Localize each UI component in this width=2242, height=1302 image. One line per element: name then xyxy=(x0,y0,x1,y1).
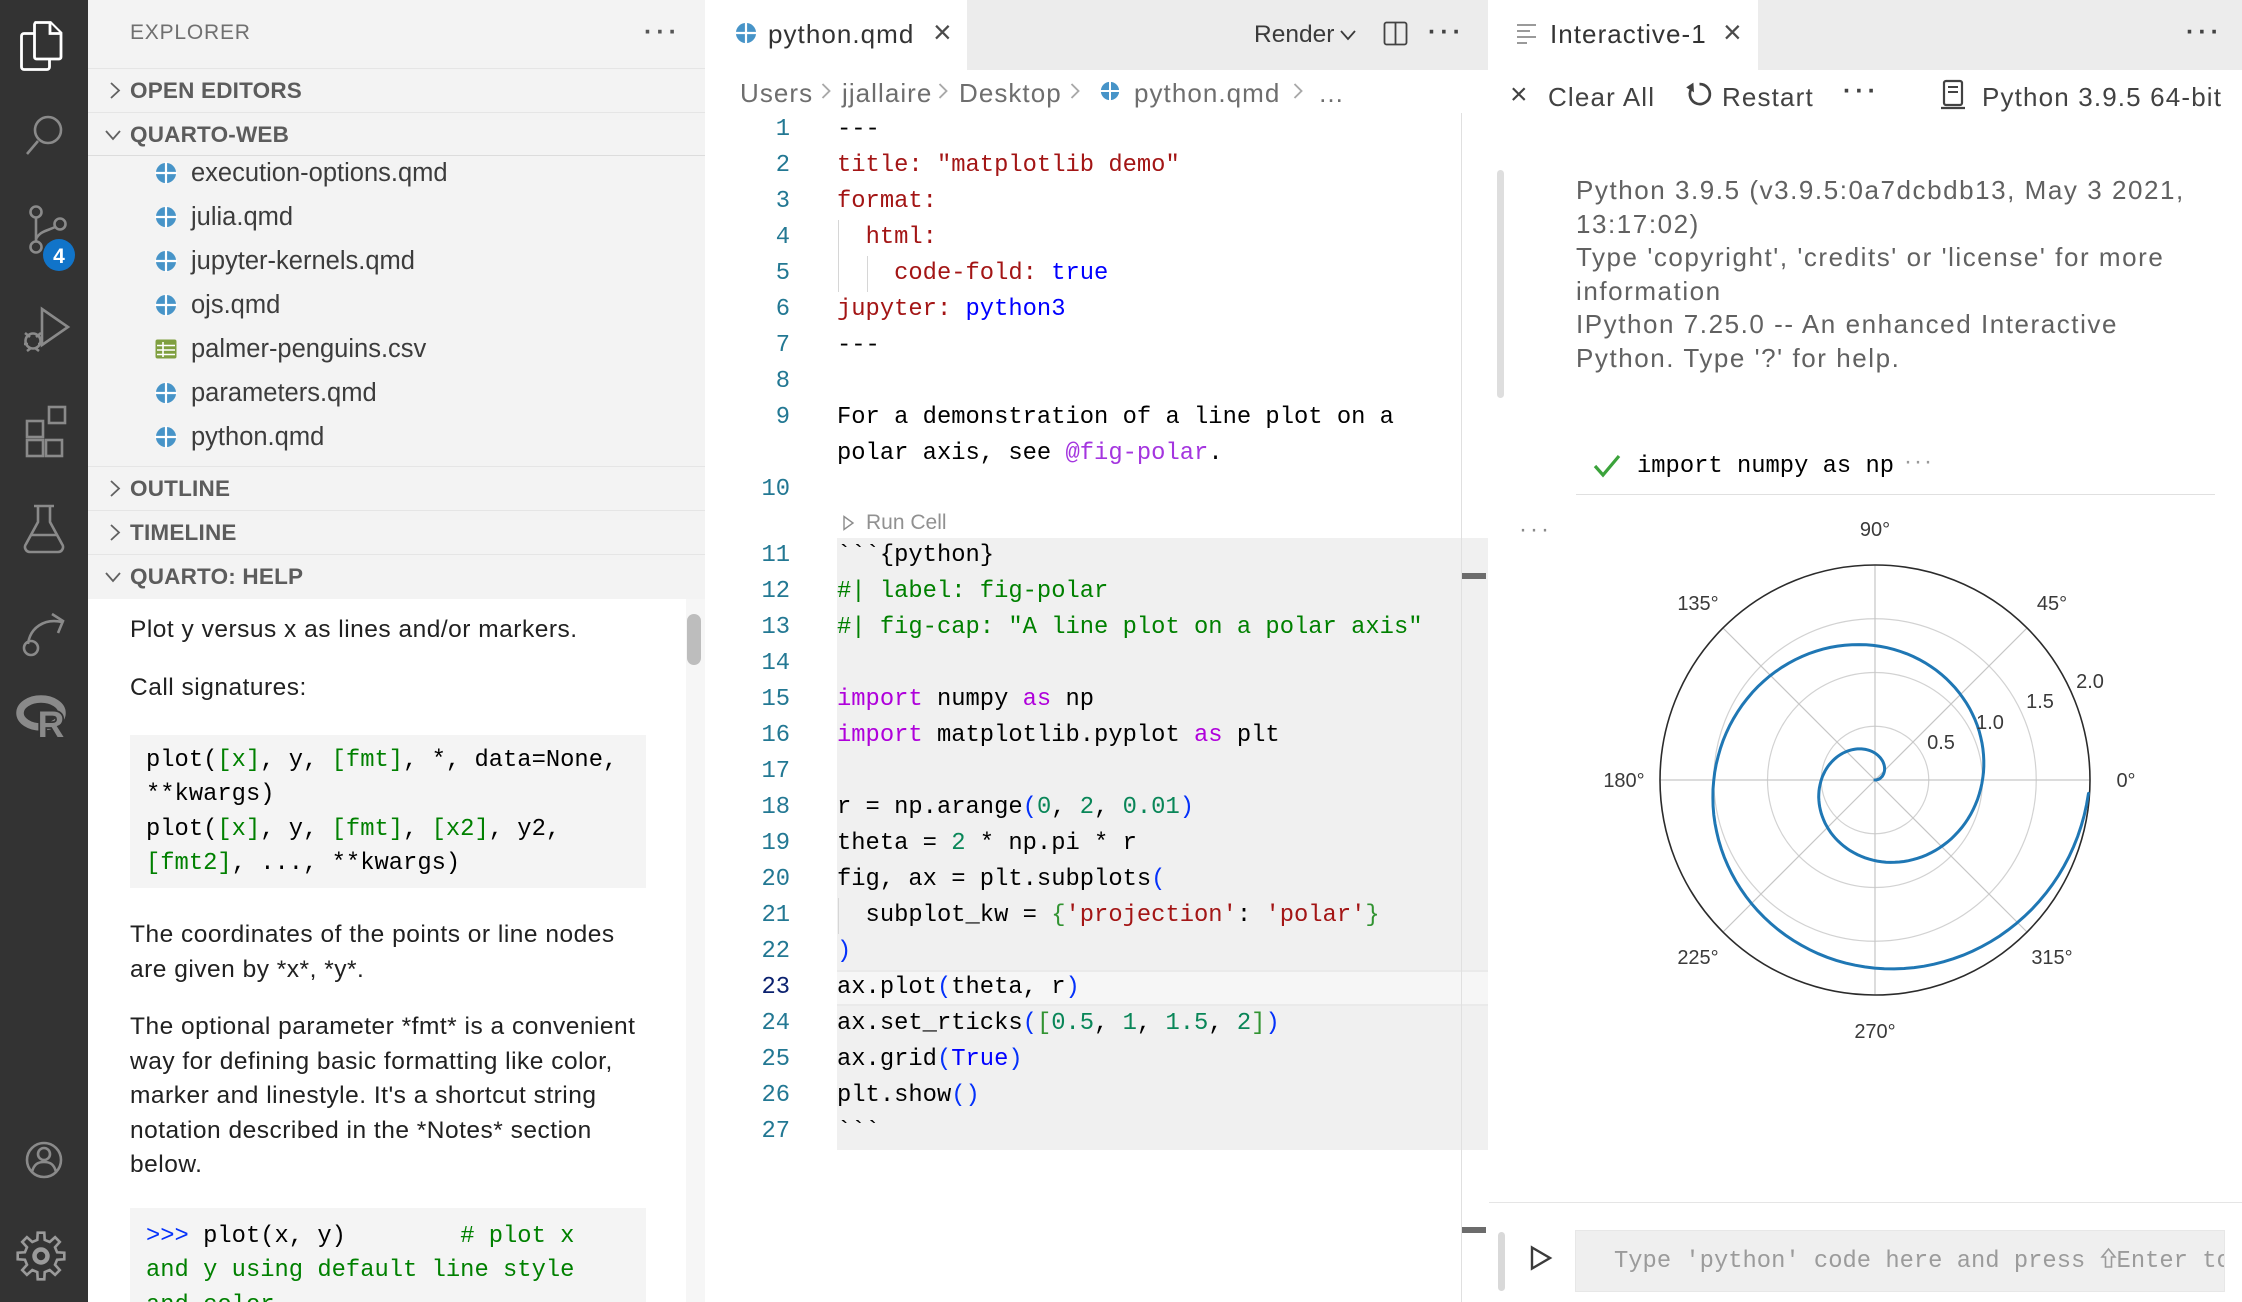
svg-text:90°: 90° xyxy=(1860,519,1890,541)
svg-text:1.5: 1.5 xyxy=(2026,691,2054,713)
svg-text:4: 4 xyxy=(53,245,65,268)
svg-text:225°: 225° xyxy=(1677,947,1718,969)
svg-text:270°: 270° xyxy=(1854,1021,1895,1043)
svg-text:135°: 135° xyxy=(1677,593,1718,615)
svg-text:0.5: 0.5 xyxy=(1927,732,1955,754)
svg-text:0°: 0° xyxy=(2116,770,2135,792)
svg-text:R: R xyxy=(38,704,65,745)
svg-text:1.0: 1.0 xyxy=(1976,712,2004,734)
svg-text:180°: 180° xyxy=(1603,770,1644,792)
svg-text:2.0: 2.0 xyxy=(2076,671,2104,693)
svg-text:45°: 45° xyxy=(2037,593,2067,615)
svg-text:315°: 315° xyxy=(2031,947,2072,969)
